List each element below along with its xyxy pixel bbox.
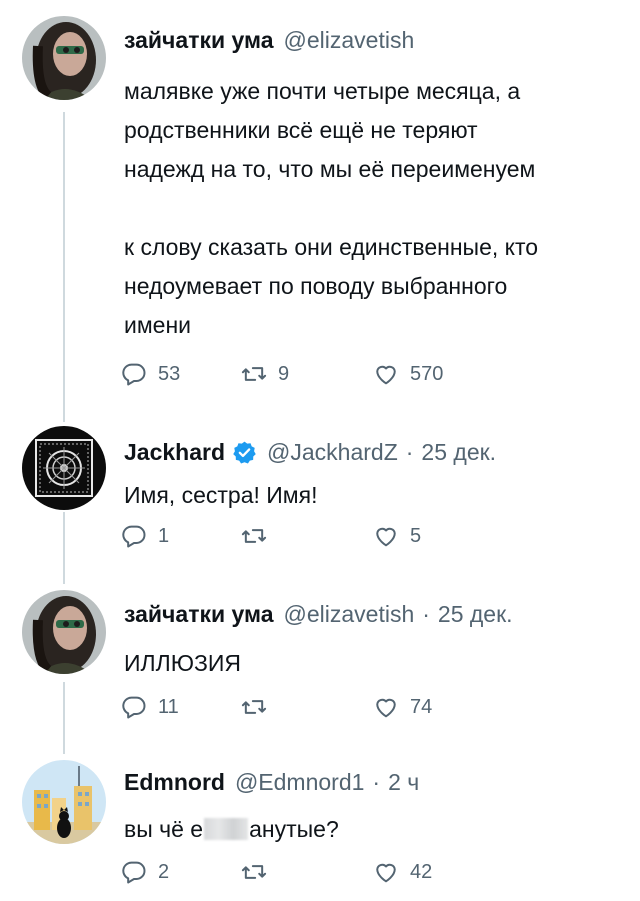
censored-blur <box>204 818 249 840</box>
like-count: 570 <box>410 362 444 385</box>
like-count: 42 <box>410 860 433 883</box>
reply-count: 11 <box>158 695 179 718</box>
tweet-time[interactable]: 25 дек. <box>438 600 513 628</box>
retweet-icon <box>241 865 267 879</box>
like-button[interactable]: 42 <box>372 858 432 886</box>
like-button[interactable]: 74 <box>372 693 432 721</box>
tweet[interactable]: зайчатки ума @elizavetish малявке уже по… <box>0 0 640 420</box>
author-name[interactable]: Jackhard <box>124 438 225 466</box>
heart-icon <box>376 863 396 883</box>
tweet-actions: 1 5 <box>120 522 540 556</box>
avatar[interactable] <box>22 426 106 510</box>
reply-button[interactable]: 1 <box>120 522 169 550</box>
reply-icon <box>122 696 146 719</box>
retweet-button[interactable] <box>240 693 278 721</box>
reply-icon <box>122 525 146 548</box>
tweet-header: зайчатки ума @elizavetish <box>124 26 414 54</box>
reply-button[interactable]: 11 <box>120 693 179 721</box>
reply-button[interactable]: 2 <box>120 858 169 886</box>
tweet-actions: 11 74 <box>120 693 540 727</box>
separator-dot: · <box>405 439 414 465</box>
tweet[interactable]: Jackhard @JackhardZ · 25 дек. Имя, сестр… <box>0 420 640 590</box>
author-handle[interactable]: @elizavetish <box>284 600 415 628</box>
avatar[interactable] <box>22 760 106 844</box>
retweet-icon <box>241 700 267 714</box>
retweet-button[interactable]: 9 <box>240 360 289 388</box>
tweet[interactable]: Edmnord @Edmnord1 · 2 ч вы чё е анутые? 2… <box>0 760 640 901</box>
like-button[interactable]: 5 <box>372 522 421 550</box>
tweet-actions: 53 9 570 <box>120 360 540 394</box>
author-name[interactable]: зайчатки ума <box>124 600 274 628</box>
reply-icon <box>122 861 146 884</box>
like-count: 5 <box>410 524 422 547</box>
retweet-button[interactable] <box>240 858 278 886</box>
tweet-text-part: анутые? <box>249 816 339 842</box>
tweet-text: Имя, сестра! Имя! <box>124 482 318 508</box>
tweet-header: зайчатки ума @elizavetish · 25 дек. <box>124 600 513 628</box>
heart-icon <box>376 527 396 547</box>
separator-dot: · <box>422 601 430 627</box>
tweet-time[interactable]: 25 дек. <box>421 438 496 466</box>
avatar[interactable] <box>22 590 106 674</box>
tweet-header: Edmnord @Edmnord1 · 2 ч <box>124 768 419 796</box>
author-handle[interactable]: @elizavetish <box>284 26 415 54</box>
avatar[interactable] <box>22 16 106 100</box>
author-name[interactable]: зайчатки ума <box>124 26 274 54</box>
tweet-text-part: вы чё е <box>124 816 204 842</box>
reply-icon <box>122 363 146 386</box>
retweet-icon <box>241 367 267 381</box>
reply-count: 2 <box>158 860 170 883</box>
heart-icon <box>376 365 396 385</box>
verified-badge-icon <box>232 440 257 465</box>
tweet-text: малявке уже почти четыре месяца, а родст… <box>124 78 539 338</box>
author-handle[interactable]: @Edmnord1 <box>235 768 364 796</box>
tweet[interactable]: зайчатки ума @elizavetish · 25 дек. ИЛЛЮ… <box>0 590 640 760</box>
tweet-header: Jackhard @JackhardZ · 25 дек. <box>124 438 496 466</box>
retweet-count: 9 <box>278 362 290 385</box>
tweet-text: ИЛЛЮЗИЯ <box>124 650 241 676</box>
author-handle[interactable]: @JackhardZ <box>267 438 398 466</box>
like-count: 74 <box>410 695 433 718</box>
tweet-text: вы чё е анутые? <box>124 810 614 849</box>
tweet-time[interactable]: 2 ч <box>388 768 419 796</box>
reply-count: 1 <box>158 524 170 547</box>
reply-count: 53 <box>158 362 181 385</box>
tweet-actions: 2 42 <box>120 858 540 892</box>
like-button[interactable]: 570 <box>372 360 443 388</box>
separator-dot: · <box>372 769 381 795</box>
heart-icon <box>376 698 396 718</box>
retweet-icon <box>241 529 267 543</box>
author-name[interactable]: Edmnord <box>124 768 225 796</box>
reply-button[interactable]: 53 <box>120 360 180 388</box>
retweet-button[interactable] <box>240 522 278 550</box>
